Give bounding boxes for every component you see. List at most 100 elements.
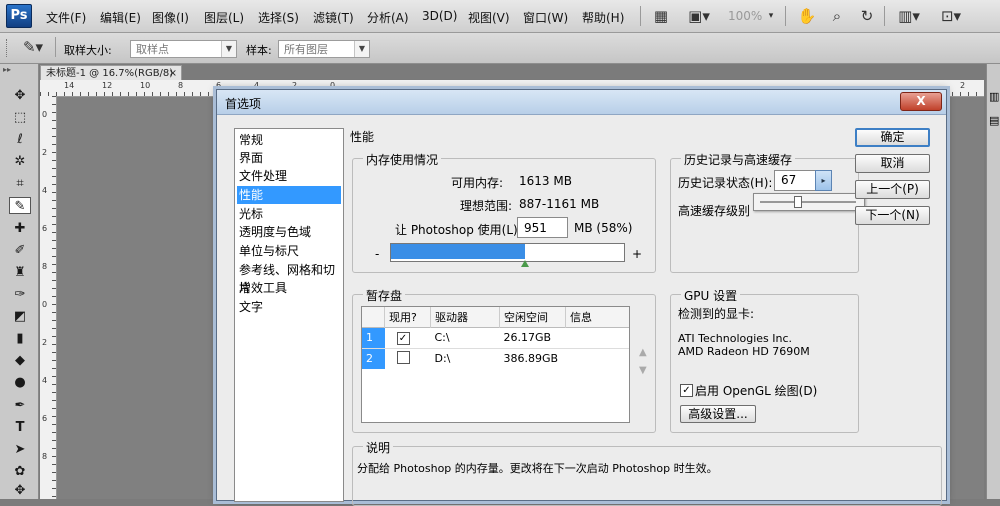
shape-tool-icon[interactable]: ✿: [9, 463, 31, 480]
column-header-free-space[interactable]: 空闲空间: [499, 307, 566, 327]
marquee-tool-icon[interactable]: ⬚: [9, 109, 31, 126]
table-row[interactable]: 1 ✓ C:\ 26.17GB: [362, 327, 629, 348]
hand-tool-icon[interactable]: ✋: [796, 6, 818, 26]
history-brush-tool-icon[interactable]: ✑: [9, 286, 31, 303]
drive-info: [566, 348, 630, 369]
panel-icon[interactable]: ▥: [989, 90, 999, 103]
menu-image[interactable]: 图像(I): [152, 9, 189, 26]
zoom-tool-icon[interactable]: ⌕: [826, 6, 848, 26]
blur-tool-icon[interactable]: ◆: [9, 352, 31, 369]
sample-value: 所有图层: [284, 43, 328, 56]
popup-slider-thumb[interactable]: [794, 196, 802, 208]
memory-slider-track[interactable]: [390, 243, 625, 262]
ruler-label: 0: [42, 300, 48, 309]
move-up-icon[interactable]: ▲: [639, 347, 647, 358]
menu-separator: [884, 6, 885, 26]
crop-tool-icon[interactable]: ⌗: [9, 175, 31, 192]
sample-select[interactable]: 所有图层 ▼: [278, 40, 370, 58]
rotate-view-icon[interactable]: ↻: [856, 6, 878, 26]
nav-item-type[interactable]: 文字: [237, 298, 341, 316]
dialog-title: 首选项: [225, 97, 262, 111]
cancel-button[interactable]: 取消: [855, 154, 930, 173]
menu-window[interactable]: 窗口(W): [523, 9, 568, 26]
row-number: 1: [362, 327, 385, 348]
history-states-popup-slider[interactable]: [753, 193, 865, 211]
menu-edit[interactable]: 编辑(E): [100, 9, 141, 26]
column-header-active[interactable]: 现用?: [384, 307, 431, 327]
brush-tool-icon[interactable]: ✐: [9, 242, 31, 259]
zoom-dropdown-icon[interactable]: ▾: [765, 6, 777, 26]
nav-item-general[interactable]: 常规: [237, 131, 341, 149]
pen-tool-icon[interactable]: ✒: [9, 397, 31, 414]
move-down-icon[interactable]: ▼: [639, 365, 647, 376]
gpu-model: AMD Radeon HD 7690M: [678, 345, 810, 358]
available-memory-value: 1613 MB: [519, 174, 572, 188]
eyedropper-tool-icon[interactable]: ✎: [9, 197, 31, 214]
menu-view[interactable]: 视图(V): [468, 9, 510, 26]
ruler-label: 14: [64, 81, 75, 90]
memory-amount-input[interactable]: 951: [517, 217, 568, 238]
3d-tool-icon[interactable]: ✥: [9, 482, 31, 499]
history-states-stepper[interactable]: ▸: [815, 170, 832, 191]
sample-size-label: 取样大小:: [64, 44, 112, 57]
move-tool-icon[interactable]: ✥: [9, 87, 31, 104]
nav-item-file-handling[interactable]: 文件处理: [237, 167, 341, 185]
healing-brush-tool-icon[interactable]: ✚: [9, 220, 31, 237]
close-button[interactable]: X: [900, 92, 942, 111]
zoom-level[interactable]: 100%: [728, 9, 762, 23]
active-checkbox[interactable]: ✓: [396, 331, 410, 345]
menu-bar: Ps 文件(F) 编辑(E) 图像(I) 图层(L) 选择(S) 滤镜(T) 分…: [0, 0, 1000, 33]
ok-button[interactable]: 确定: [855, 128, 930, 147]
nav-item-interface[interactable]: 界面: [237, 149, 341, 167]
bridge-icon[interactable]: ▦: [650, 6, 672, 26]
advanced-settings-button[interactable]: 高级设置...: [680, 405, 756, 423]
table-header-row: 现用? 驱动器 空闲空间 信息: [362, 307, 629, 327]
clone-stamp-tool-icon[interactable]: ♜: [9, 264, 31, 281]
menu-layer[interactable]: 图层(L): [204, 9, 244, 26]
column-header-info[interactable]: 信息: [566, 307, 630, 327]
nav-item-cursors[interactable]: 光标: [237, 205, 341, 223]
path-selection-tool-icon[interactable]: ➤: [9, 441, 31, 458]
menu-select[interactable]: 选择(S): [258, 9, 299, 26]
memory-slider-thumb[interactable]: [521, 260, 529, 267]
type-tool-icon[interactable]: T: [9, 419, 31, 436]
dialog-titlebar[interactable]: 首选项 X: [217, 90, 946, 115]
magic-wand-tool-icon[interactable]: ✲: [9, 153, 31, 170]
screen-mode-icon[interactable]: ⊡▾: [934, 6, 968, 26]
menu-filter[interactable]: 滤镜(T): [313, 9, 354, 26]
dodge-tool-icon[interactable]: ●: [9, 374, 31, 391]
gradient-tool-icon[interactable]: ▮: [9, 330, 31, 347]
menu-help[interactable]: 帮助(H): [582, 9, 624, 26]
lasso-tool-icon[interactable]: ℓ: [9, 131, 31, 148]
menu-file[interactable]: 文件(F): [46, 9, 86, 26]
options-bar: ✎▾ 取样大小: 取样点 ▼ 样本: 所有图层 ▼: [0, 33, 1000, 64]
nav-item-transparency-gamut[interactable]: 透明度与色域: [237, 223, 341, 241]
opengl-checkbox[interactable]: ✓: [680, 384, 693, 397]
panel-icon[interactable]: ▤: [989, 114, 999, 127]
view-extras-icon[interactable]: ▣▾: [682, 6, 716, 26]
column-header-drive[interactable]: 驱动器: [430, 307, 500, 327]
arrange-documents-icon[interactable]: ▥▾: [892, 6, 926, 26]
nav-item-units-rulers[interactable]: 单位与标尺: [237, 242, 341, 260]
menu-3d[interactable]: 3D(D): [422, 9, 457, 23]
collapse-panel-icon[interactable]: ▸▸: [3, 65, 11, 74]
next-button[interactable]: 下一个(N): [855, 206, 930, 225]
sample-size-select[interactable]: 取样点 ▼: [130, 40, 237, 58]
menu-analysis[interactable]: 分析(A): [367, 9, 409, 26]
eraser-tool-icon[interactable]: ◩: [9, 308, 31, 325]
table-row[interactable]: 2 D:\ 386.89GB: [362, 348, 629, 369]
nav-item-performance[interactable]: 性能: [237, 186, 341, 204]
photoshop-logo: Ps: [6, 4, 32, 28]
popup-slider-track: [760, 201, 856, 203]
eyedropper-tool-icon[interactable]: ✎▾: [18, 37, 48, 57]
previous-button[interactable]: 上一个(P): [855, 180, 930, 199]
document-tab[interactable]: 未标题-1 @ 16.7%(RGB/8) ×: [40, 65, 182, 80]
nav-item-plugins[interactable]: 增效工具: [237, 279, 341, 297]
active-checkbox[interactable]: [396, 350, 410, 364]
scratch-disks-table: 现用? 驱动器 空闲空间 信息 1 ✓ C:\ 26.17GB 2 D:\ 38…: [361, 306, 630, 423]
slider-plus-label: +: [632, 247, 643, 261]
close-icon[interactable]: ×: [169, 66, 177, 81]
chevron-down-icon: ▼: [354, 41, 369, 57]
history-states-input[interactable]: 67: [774, 170, 816, 191]
nav-item-guides-grid-slices[interactable]: 参考线、网格和切片: [237, 261, 341, 295]
